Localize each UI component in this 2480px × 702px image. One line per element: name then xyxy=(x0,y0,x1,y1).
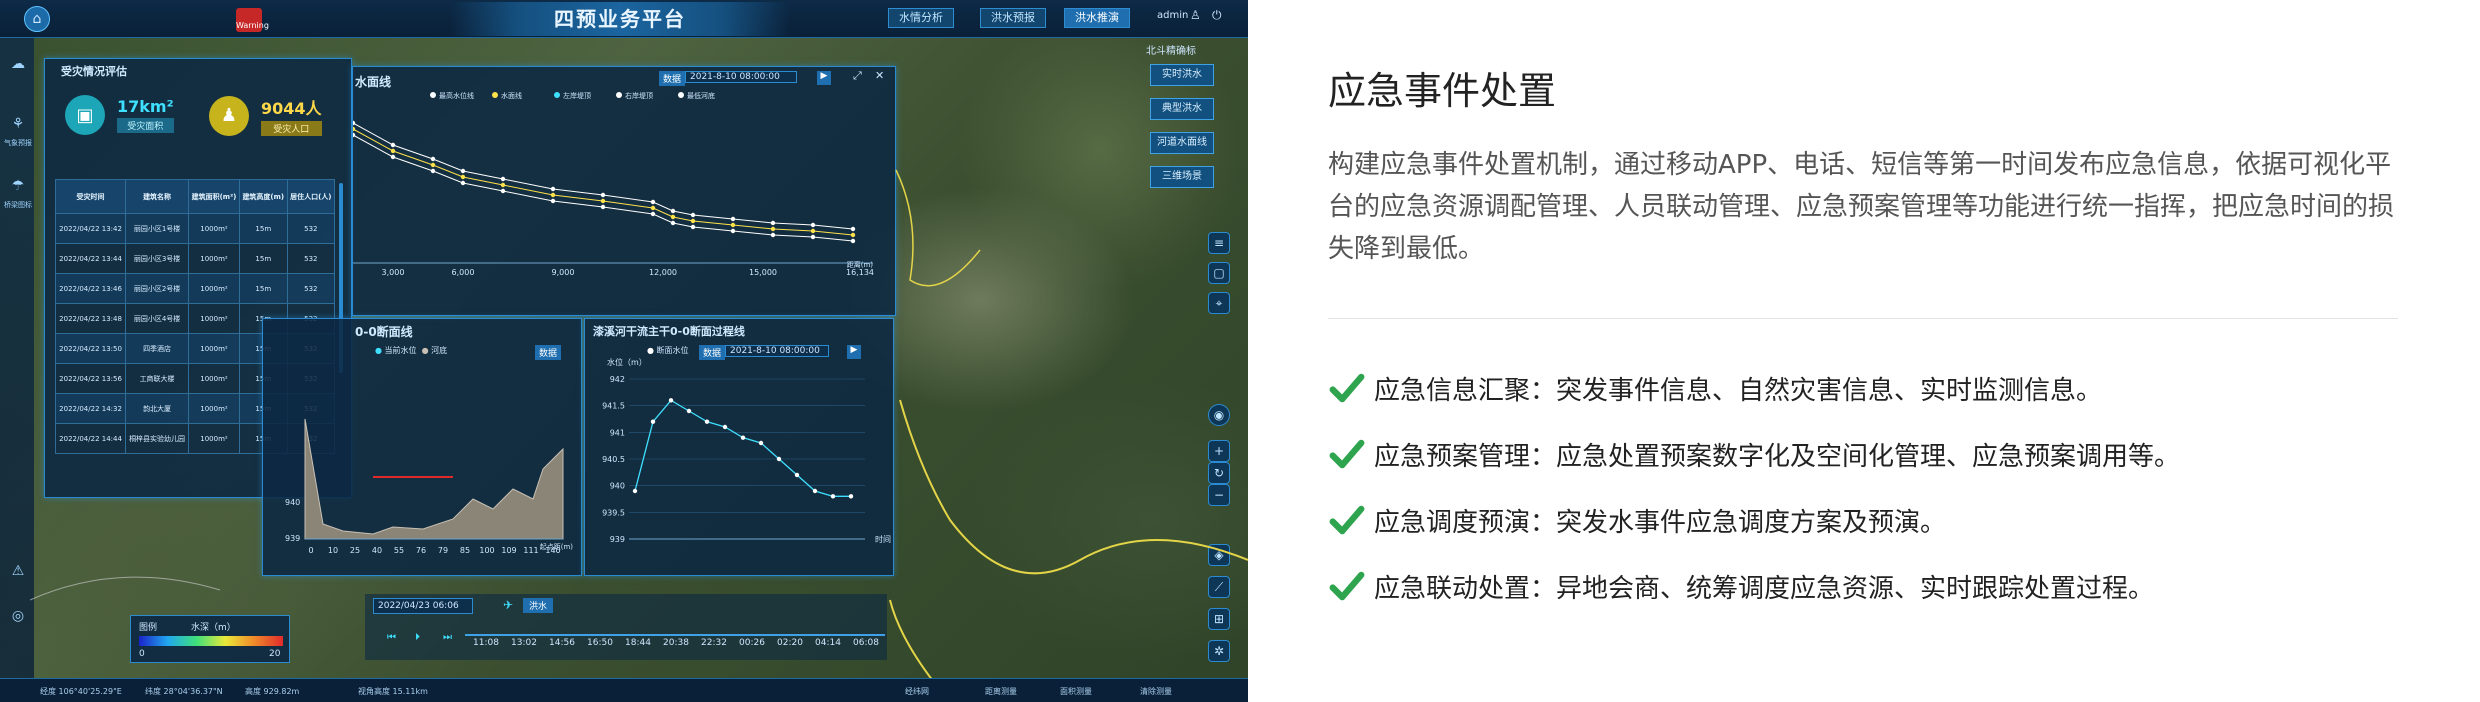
feature-title: 应急预案管理： xyxy=(1374,441,1557,472)
tool-area[interactable]: 面积测量 xyxy=(1060,686,1092,697)
timeline-tick[interactable]: 16:50 xyxy=(587,638,613,648)
page-title: 应急事件处置 xyxy=(1328,69,1557,113)
timeline-tick[interactable]: 06:08 xyxy=(853,638,879,648)
timeline-mode-button[interactable]: 洪水 xyxy=(523,598,554,613)
depth-legend: 图例 水深（m） 0 20 xyxy=(130,615,290,663)
timeline-tick[interactable]: 18:44 xyxy=(625,638,651,648)
timeline-tick[interactable]: 20:38 xyxy=(663,638,689,648)
legend-max: 20 xyxy=(269,649,281,659)
feature-title: 应急调度预演： xyxy=(1374,507,1557,538)
timeline-track[interactable] xyxy=(465,634,885,636)
check-icon xyxy=(1329,571,1365,601)
play-timeline-icon[interactable]: ⏵ xyxy=(415,632,420,643)
feature-desc: 应急处置预案数字化及空间化管理、应急预案调用等。 xyxy=(1556,441,2181,472)
rewind-icon[interactable]: ⏮ xyxy=(387,632,396,643)
feature-title: 应急联动处置： xyxy=(1374,573,1557,604)
send-icon[interactable]: ✈ xyxy=(503,598,513,612)
status-height: 高度 929.82m xyxy=(245,687,300,696)
legend-title: 图例 xyxy=(139,623,158,633)
status-lat: 纬度 28°04'36.37"N xyxy=(145,687,223,696)
timeline-tick[interactable]: 02:20 xyxy=(777,638,803,648)
feature-item: 应急信息汇聚： 突发事件信息、自然灾害信息、实时监测信息。 xyxy=(1328,368,2102,408)
status-bar: 经度 106°40'25.29"E 纬度 28°04'36.37"N 高度 92… xyxy=(0,678,1248,702)
feature-desc: 突发事件信息、自然灾害信息、实时监测信息。 xyxy=(1556,375,2103,406)
divider xyxy=(1328,318,2398,319)
timeline-tick[interactable]: 13:02 xyxy=(511,638,537,648)
tool-grid[interactable]: 经纬网 xyxy=(905,686,929,697)
legend-color-ramp xyxy=(139,636,283,646)
legend-min: 0 xyxy=(139,649,145,659)
feature-title: 应急信息汇聚： xyxy=(1374,375,1557,406)
feature-desc: 突发水事件应急调度方案及预演。 xyxy=(1556,507,1947,538)
tool-distance[interactable]: 距离测量 xyxy=(985,686,1017,697)
legend-subtitle: 水深（m） xyxy=(191,623,236,633)
tool-clear[interactable]: 清除测量 xyxy=(1140,686,1172,697)
page-description: 构建应急事件处置机制，通过移动APP、电话、短信等第一时间发布应急信息，依据可视… xyxy=(1328,150,2395,264)
feature-item: 应急联动处置： 异地会商、统筹调度应急资源、实时跟踪处置过程。 xyxy=(1328,566,2154,606)
timeline: 2022/04/23 06:06 ✈ 洪水 ⏮ ⏵ ⏭ 11:08 13:02 14… xyxy=(365,594,887,660)
timeline-date-select[interactable]: 2022/04/23 06:06 xyxy=(373,598,473,614)
app-screenshot: ⌂ Warning 四预业务平台 水情分析 洪水预报 洪水推演 admin ♙ … xyxy=(0,0,1248,702)
timeline-tick[interactable]: 00:26 xyxy=(739,638,765,648)
check-icon xyxy=(1329,373,1365,403)
timeline-tick[interactable]: 22:32 xyxy=(701,638,727,648)
status-view: 视角高度 15.11km xyxy=(358,687,428,696)
feature-desc: 异地会商、统筹调度应急资源、实时跟踪处置过程。 xyxy=(1556,573,2155,604)
feature-item: 应急预案管理： 应急处置预案数字化及空间化管理、应急预案调用等。 xyxy=(1328,434,2180,474)
timeline-tick[interactable]: 14:56 xyxy=(549,638,575,648)
forward-icon[interactable]: ⏭ xyxy=(443,632,452,643)
timeline-tick[interactable]: 11:08 xyxy=(473,638,499,648)
status-lng: 经度 106°40'25.29"E xyxy=(40,687,122,696)
check-icon xyxy=(1329,439,1365,469)
feature-item: 应急调度预演： 突发水事件应急调度方案及预演。 xyxy=(1328,500,1946,540)
content-panel: 应急事件处置 构建应急事件处置机制，通过移动APP、电话、短信等第一时间发布应急… xyxy=(1248,0,2480,702)
timeline-tick[interactable]: 04:14 xyxy=(815,638,841,648)
check-icon xyxy=(1329,505,1365,535)
